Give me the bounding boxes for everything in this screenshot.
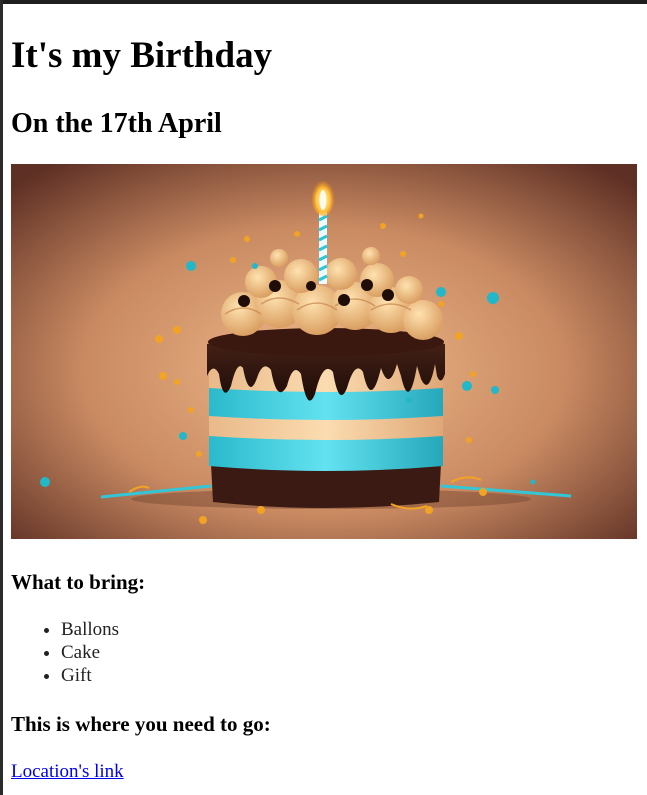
location-heading: This is where you need to go: [11,712,271,736]
list-item: Gift [61,664,119,687]
list-item: Cake [61,641,119,664]
window-top-border [0,0,647,4]
list-item: Ballons [61,618,119,641]
window-left-border [0,0,3,795]
page-subtitle: On the 17th April [11,108,222,139]
bring-list: Ballons Cake Gift [11,618,119,687]
location-link[interactable]: Location's link [11,761,124,783]
page-title: It's my Birthday [11,35,273,76]
birthday-cake-image [11,164,637,539]
bring-heading: What to bring: [11,570,146,594]
